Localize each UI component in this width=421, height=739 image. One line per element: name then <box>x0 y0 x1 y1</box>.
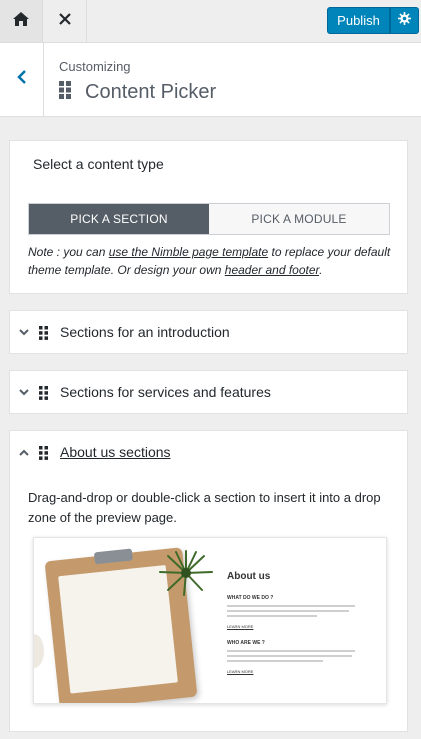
drag-handle-icon[interactable] <box>39 446 48 465</box>
customizer-topbar: Publish <box>0 0 421 43</box>
template-note: Note : you can use the Nimble page templ… <box>28 243 398 279</box>
section-group-about-us: About us sections Drag-and-drop or doubl… <box>9 430 408 732</box>
publish-settings-button[interactable] <box>390 7 419 34</box>
preview-text-line <box>227 655 352 657</box>
page-title: Content Picker <box>85 81 217 103</box>
preview-title: About us <box>227 571 271 582</box>
section-group-header[interactable]: Sections for an introduction <box>10 311 407 355</box>
coffee-cup-image <box>34 634 44 668</box>
chevron-left-icon <box>16 69 27 90</box>
section-group-description: Drag-and-drop or double-click a section … <box>28 490 381 525</box>
publish-button[interactable]: Publish <box>327 7 390 34</box>
nimble-template-link[interactable]: use the Nimble page template <box>109 245 268 259</box>
content-type-card: Select a content type PICK A SECTION PIC… <box>9 140 408 294</box>
grid-icon <box>59 81 71 104</box>
preview-link: LEARN MORE <box>227 624 254 629</box>
panel-title-row: Content Picker <box>59 81 216 104</box>
pick-section-tab[interactable]: PICK A SECTION <box>29 204 209 234</box>
breadcrumb: Customizing <box>59 59 131 74</box>
preview-text-line <box>227 605 355 607</box>
plant-image <box>159 550 213 596</box>
about-us-section-thumbnail[interactable]: About us WHAT DO WE DO ? LEARN MORE WHO … <box>33 537 387 704</box>
home-button[interactable] <box>0 0 43 42</box>
close-button[interactable] <box>44 0 87 42</box>
preview-text-line <box>227 615 317 617</box>
section-group-services[interactable]: Sections for services and features <box>9 370 408 414</box>
preview-text-line <box>227 610 349 612</box>
chevron-down-icon <box>18 326 30 338</box>
gear-icon <box>398 11 411 30</box>
header-footer-link[interactable]: header and footer <box>225 263 319 277</box>
note-text: Note : you can <box>28 245 109 259</box>
pick-module-tab[interactable]: PICK A MODULE <box>209 204 389 234</box>
content-type-heading: Select a content type <box>33 156 164 172</box>
preview-text-line <box>227 650 355 652</box>
section-group-label: Sections for services and features <box>60 384 271 400</box>
section-group-header[interactable]: Sections for services and features <box>10 371 407 415</box>
section-group-introduction[interactable]: Sections for an introduction <box>9 310 408 354</box>
content-type-switch: PICK A SECTION PICK A MODULE <box>28 203 390 235</box>
home-icon <box>12 11 30 32</box>
chevron-up-icon <box>18 446 30 458</box>
section-group-label[interactable]: About us sections <box>60 444 171 460</box>
drag-handle-icon[interactable] <box>39 326 48 345</box>
preview-link: LEARN MORE <box>227 669 254 674</box>
preview-text-line <box>227 660 323 662</box>
preview-heading: WHO ARE WE ? <box>227 640 265 646</box>
back-button[interactable] <box>0 43 44 116</box>
drag-handle-icon[interactable] <box>39 386 48 405</box>
close-icon <box>59 12 71 30</box>
note-text: . <box>319 263 323 277</box>
section-group-header[interactable]: About us sections <box>10 431 407 475</box>
section-group-label: Sections for an introduction <box>60 324 230 340</box>
panel-header: Customizing Content Picker <box>0 43 421 117</box>
preview-heading: WHAT DO WE DO ? <box>227 595 274 601</box>
clipboard-clip <box>93 548 133 565</box>
chevron-down-icon <box>18 386 30 398</box>
